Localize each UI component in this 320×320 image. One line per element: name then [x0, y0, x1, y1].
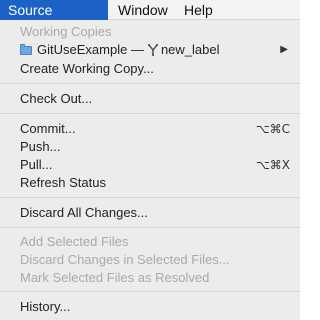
- source-control-dropdown: Working Copies GitUseExample — new_label …: [0, 20, 300, 320]
- pull-label: Pull...: [20, 157, 53, 172]
- separator: [0, 197, 300, 198]
- repo-name: GitUseExample: [37, 42, 128, 57]
- pull-item[interactable]: Pull... ⌥⌘X: [0, 156, 300, 174]
- mark-resolved-item[interactable]: Mark Selected Files as Resolved: [0, 269, 300, 287]
- branch-icon: [147, 43, 158, 61]
- check-out-item[interactable]: Check Out...: [0, 90, 300, 108]
- pull-shortcut: ⌥⌘X: [255, 158, 290, 172]
- separator: [0, 227, 300, 228]
- commit-label: Commit...: [20, 121, 76, 136]
- menu-bar: Source Control Window Help: [0, 0, 300, 38]
- folder-icon: [20, 44, 32, 55]
- commit-shortcut: ⌥⌘C: [255, 122, 290, 136]
- separator: [0, 291, 300, 292]
- create-working-copy-item[interactable]: Create Working Copy...: [0, 60, 300, 78]
- submenu-arrow-icon: ▶: [280, 44, 288, 55]
- menu-help[interactable]: Help: [176, 0, 221, 20]
- working-copy-item[interactable]: GitUseExample — new_label ▶: [0, 41, 300, 59]
- working-copies-header: Working Copies: [20, 24, 112, 39]
- menu-source-control[interactable]: Source Control: [0, 0, 108, 38]
- separator: [0, 113, 300, 114]
- menu-window[interactable]: Window: [110, 0, 176, 20]
- discard-all-changes-item[interactable]: Discard All Changes...: [0, 204, 300, 222]
- repo-separator: —: [130, 42, 144, 57]
- history-item[interactable]: History...: [0, 298, 300, 316]
- discard-selected-files-item[interactable]: Discard Changes in Selected Files...: [0, 251, 300, 269]
- commit-item[interactable]: Commit... ⌥⌘C: [0, 120, 300, 138]
- separator: [0, 83, 300, 84]
- add-selected-files-item[interactable]: Add Selected Files: [0, 233, 300, 251]
- push-item[interactable]: Push...: [0, 138, 300, 156]
- refresh-status-item[interactable]: Refresh Status: [0, 174, 300, 192]
- branch-name: new_label: [160, 42, 220, 57]
